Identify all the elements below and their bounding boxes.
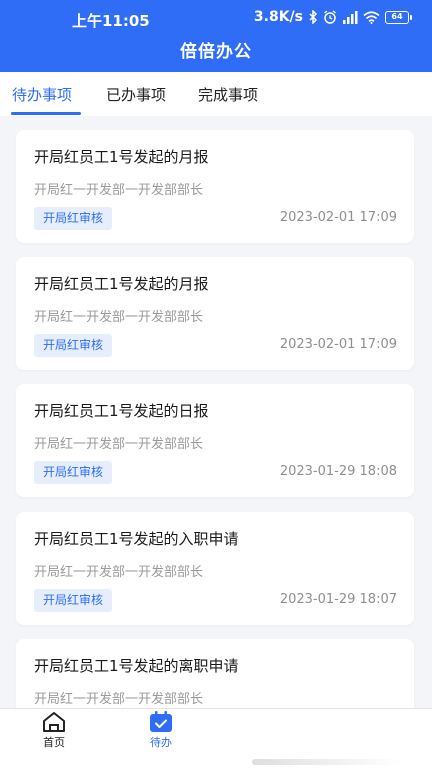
item-subtitle: 开局红一开发部一开发部部长 — [34, 692, 204, 707]
battery-icon: 64 — [385, 10, 412, 24]
active-tab-indicator — [11, 112, 81, 115]
item-title: 开局红员工1号发起的入职申请 — [34, 530, 239, 548]
item-time: 2023-02-01 17:09 — [279, 210, 397, 225]
signal-icon — [343, 10, 358, 24]
item-title: 开局红员工1号发起的离职申请 — [34, 657, 239, 675]
item-subtitle: 开局红一开发部一开发部部长 — [34, 310, 204, 325]
app-header: 上午11:05 3.8K/s 64 倍倍办公 — [0, 0, 432, 72]
item-title: 开局红员工1号发起的月报 — [34, 148, 209, 166]
network-speed: 3.8K/s — [253, 9, 303, 25]
tab-completed[interactable]: 完成事项 — [198, 84, 258, 105]
battery-level: 64 — [385, 10, 409, 24]
list-item[interactable]: 开局红员工1号发起的离职申请 开局红一开发部一开发部部长 — [16, 639, 414, 708]
list-item[interactable]: 开局红员工1号发起的日报 开局红一开发部一开发部部长 开局红审核 2023-01… — [16, 384, 414, 497]
bluetooth-icon — [309, 10, 318, 24]
status-badge: 开局红审核 — [34, 461, 113, 484]
home-icon — [43, 712, 65, 732]
list-item[interactable]: 开局红员工1号发起的入职申请 开局红一开发部一开发部部长 开局红审核 2023-… — [16, 512, 414, 625]
item-time: 2023-02-01 17:09 — [279, 337, 397, 352]
item-title: 开局红员工1号发起的日报 — [34, 402, 209, 420]
list-item[interactable]: 开局红员工1号发起的月报 开局红一开发部一开发部部长 开局红审核 2023-02… — [16, 257, 414, 370]
nav-todo[interactable]: 待办 — [141, 711, 181, 750]
item-title: 开局红员工1号发起的月报 — [34, 275, 209, 293]
item-subtitle: 开局红一开发部一开发部部长 — [34, 437, 204, 452]
item-subtitle: 开局红一开发部一开发部部长 — [34, 565, 204, 580]
item-subtitle: 开局红一开发部一开发部部长 — [34, 183, 204, 198]
status-badge: 开局红审核 — [34, 207, 113, 230]
item-time: 2023-01-29 18:07 — [279, 592, 397, 607]
nav-home[interactable]: 首页 — [34, 711, 74, 750]
bottom-nav: 首页 待办 — [0, 708, 432, 768]
calendar-check-icon — [150, 711, 172, 732]
list-item[interactable]: 开局红员工1号发起的月报 开局红一开发部一开发部部长 开局红审核 2023-02… — [16, 130, 414, 243]
wifi-icon — [363, 10, 380, 24]
item-time: 2023-01-29 18:08 — [279, 464, 397, 479]
tab-bar: 待办事项 已办事项 完成事项 — [0, 72, 432, 116]
nav-home-label: 首页 — [43, 736, 65, 749]
tab-done[interactable]: 已办事项 — [106, 84, 166, 105]
status-badge: 开局红审核 — [34, 589, 113, 612]
status-badge: 开局红审核 — [34, 334, 113, 357]
tab-pending[interactable]: 待办事项 — [12, 84, 72, 105]
status-bar: 上午11:05 3.8K/s 64 — [0, 0, 432, 34]
todo-list[interactable]: 开局红员工1号发起的月报 开局红一开发部一开发部部长 开局红审核 2023-02… — [0, 116, 432, 708]
nav-todo-label: 待办 — [150, 736, 172, 749]
status-icons: 3.8K/s 64 — [254, 9, 412, 25]
gesture-bar — [252, 759, 402, 765]
status-time: 上午11:05 — [72, 12, 150, 30]
page-title: 倍倍办公 — [180, 42, 252, 62]
alarm-icon — [324, 10, 336, 24]
